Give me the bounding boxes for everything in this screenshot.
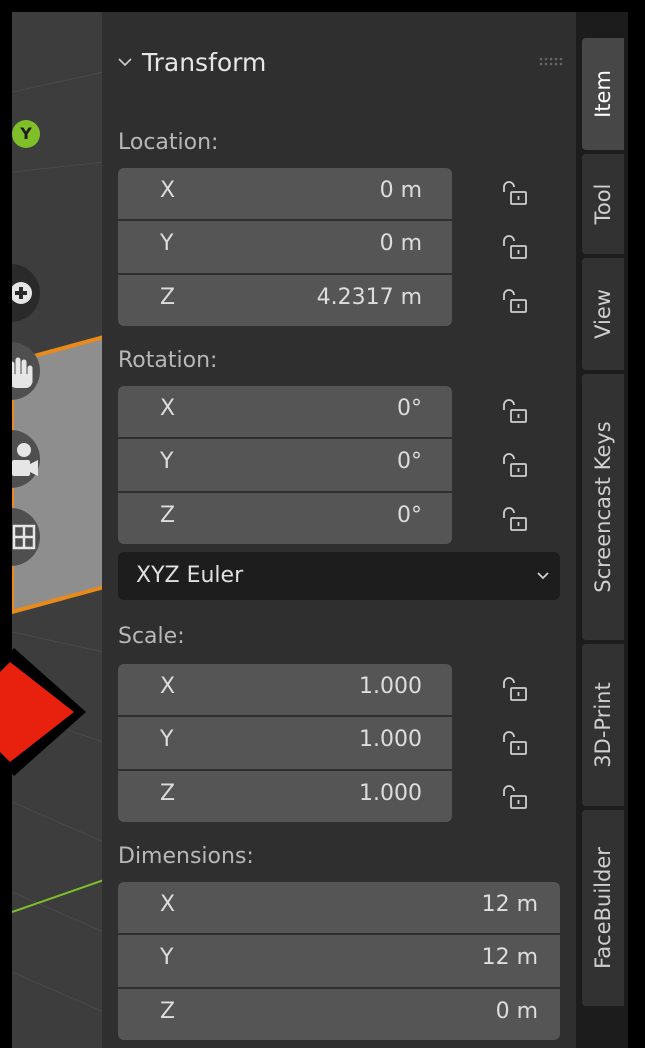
rotation-z-field[interactable]: Z 0° — [118, 493, 452, 544]
rotation-mode-value: XYZ Euler — [136, 563, 244, 588]
gizmo-y-axis-icon[interactable]: Y — [12, 120, 40, 148]
rotation-x-field[interactable]: X 0° — [118, 386, 452, 437]
tab-tool[interactable]: Tool — [582, 154, 624, 254]
transform-title: Transform — [142, 47, 267, 77]
field-value: 1.000 — [359, 674, 422, 699]
axis-label: X — [160, 178, 176, 203]
axis-label: X — [160, 396, 176, 421]
field-value: 12 m — [481, 892, 538, 917]
dimensions-label: Dimensions: — [118, 844, 254, 869]
dimensions-y-field[interactable]: Y 12 m — [118, 935, 560, 987]
lock-open-icon[interactable] — [500, 452, 528, 478]
sidebar-tab-bar: Item Tool View Screencast Keys 3D-Print … — [576, 12, 628, 1048]
hand-pan-icon — [12, 357, 33, 388]
lock-open-icon[interactable] — [500, 730, 528, 756]
tab-label: 3D-Print — [591, 682, 615, 768]
grid-icon — [12, 524, 36, 550]
field-value: 1.000 — [359, 781, 422, 806]
field-value: 0 m — [495, 999, 538, 1024]
axis-label: X — [160, 674, 176, 699]
axis-label: Z — [160, 999, 176, 1024]
field-value: 0 m — [379, 178, 422, 203]
location-label: Location: — [118, 130, 219, 155]
tab-facebuilder[interactable]: FaceBuilder — [582, 810, 624, 1006]
tab-item[interactable]: Item — [582, 38, 624, 150]
lock-open-icon[interactable] — [500, 506, 528, 532]
transform-header[interactable]: Transform — [118, 42, 266, 82]
axis-label: Y — [160, 231, 174, 256]
rotation-label: Rotation: — [118, 348, 218, 373]
field-value: 0 m — [379, 231, 422, 256]
scale-label: Scale: — [118, 624, 185, 649]
tab-label: Item — [591, 70, 615, 118]
location-y-field[interactable]: Y 0 m — [118, 221, 452, 273]
axis-label: Y — [160, 727, 174, 752]
camera-button[interactable] — [12, 430, 40, 488]
tab-screencast-keys[interactable]: Screencast Keys — [582, 374, 624, 640]
scale-y-field[interactable]: Y 1.000 — [118, 717, 452, 769]
pan-button[interactable] — [12, 342, 40, 400]
dimensions-z-field[interactable]: Z 0 m — [118, 989, 560, 1040]
lock-open-icon[interactable] — [500, 234, 528, 260]
tab-label: Tool — [591, 183, 615, 225]
field-value: 0° — [397, 449, 422, 474]
gizmo-y-label: Y — [20, 124, 32, 143]
rotation-y-field[interactable]: Y 0° — [118, 439, 452, 491]
rotation-mode-select[interactable]: XYZ Euler — [118, 552, 560, 600]
field-value: 1.000 — [359, 727, 422, 752]
lock-open-icon[interactable] — [500, 180, 528, 206]
axis-label: Z — [160, 285, 176, 310]
axis-label: Y — [160, 449, 174, 474]
axis-label: X — [160, 892, 176, 917]
camera-icon — [12, 443, 38, 476]
lock-open-icon[interactable] — [500, 398, 528, 424]
chevron-down-icon — [118, 58, 132, 67]
tab-label: Screencast Keys — [591, 421, 615, 593]
chevron-down-icon — [537, 572, 549, 580]
tab-3d-print[interactable]: 3D-Print — [582, 644, 624, 806]
field-value: 12 m — [481, 945, 538, 970]
dimensions-x-field[interactable]: X 12 m — [118, 882, 560, 933]
field-value: 0° — [397, 396, 422, 421]
field-value: 0° — [397, 503, 422, 528]
lock-open-icon[interactable] — [500, 288, 528, 314]
tab-view[interactable]: View — [582, 258, 624, 370]
scale-z-field[interactable]: Z 1.000 — [118, 771, 452, 822]
zoom-button[interactable] — [12, 264, 40, 322]
tab-label: FaceBuilder — [591, 847, 615, 969]
zoom-plus-icon — [12, 282, 32, 304]
location-z-field[interactable]: Z 4.2317 m — [118, 275, 452, 326]
3d-viewport[interactable]: Y — [12, 12, 104, 1048]
location-x-field[interactable]: X 0 m — [118, 168, 452, 219]
annotation-arrow-icon — [0, 648, 86, 776]
axis-label: Y — [160, 945, 174, 970]
field-value: 4.2317 m — [316, 285, 422, 310]
axis-label: Z — [160, 781, 176, 806]
axis-label: Z — [160, 503, 176, 528]
scale-x-field[interactable]: X 1.000 — [118, 664, 452, 715]
grid-view-button[interactable] — [12, 508, 40, 566]
tab-label: View — [591, 289, 615, 339]
sidebar-panel: Transform Location: X 0 m Y 0 m Z 4.2317… — [102, 12, 576, 1048]
lock-open-icon[interactable] — [500, 676, 528, 702]
drag-handle-icon[interactable] — [538, 56, 564, 66]
lock-open-icon[interactable] — [500, 784, 528, 810]
